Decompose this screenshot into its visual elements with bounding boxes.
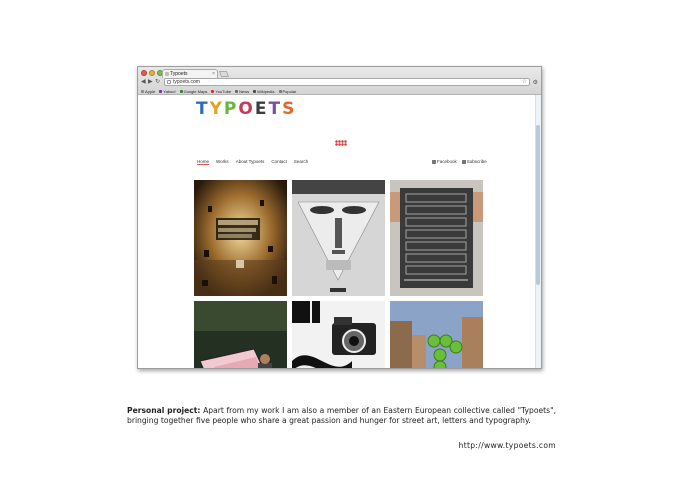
scrollbar-thumb[interactable] <box>536 125 540 285</box>
reload-icon[interactable]: ↻ <box>155 79 160 85</box>
bookmark-label: News <box>239 88 250 94</box>
bookmark-icon <box>253 89 257 93</box>
bookmark-icon <box>159 89 163 93</box>
nav-link-about-typoets[interactable]: About Typoets <box>236 159 265 165</box>
work-thumbnail-camera[interactable] <box>292 301 385 368</box>
favicon-icon <box>165 72 169 76</box>
bookmark-label: Wikipedia <box>257 88 275 94</box>
work-thumbnail-installation[interactable] <box>194 180 287 296</box>
facebook-icon <box>432 159 436 164</box>
logo-letter: O <box>238 99 253 119</box>
camera-image <box>292 301 385 368</box>
bookmark-icon <box>278 89 282 93</box>
logo-letter: E <box>254 99 267 119</box>
bookmark-star-icon[interactable]: ☆ <box>522 79 527 86</box>
bookmark-label: Yahoo! <box>163 88 176 94</box>
tab-close-icon[interactable]: × <box>212 70 215 78</box>
wrench-icon[interactable]: ⚙ <box>533 79 538 86</box>
page-icon <box>167 80 171 84</box>
bookmark-icon <box>235 89 239 93</box>
work-thumbnail-street[interactable] <box>390 301 483 368</box>
logo-letter: S <box>282 99 295 119</box>
social-link-subscribe[interactable]: Subscribe <box>461 159 487 164</box>
bookmark-item[interactable]: Popular <box>278 88 297 94</box>
bookmark-item[interactable]: YouTube <box>211 89 231 94</box>
bookmark-icon <box>211 89 215 93</box>
browser-tab[interactable]: Typoets × <box>162 69 218 78</box>
logo-letter: P <box>223 99 237 119</box>
nav-link-contact[interactable]: Contact <box>271 159 287 165</box>
face-image <box>292 180 385 296</box>
nav-link-search[interactable]: Search <box>294 159 308 165</box>
tab-title: Typoets <box>170 71 188 77</box>
street-image <box>390 301 483 368</box>
site-logo[interactable]: TYPOETS <box>196 100 294 118</box>
navigation-row: ◀ ▶ ↻ typoets.com ☆ ⚙ <box>138 78 541 87</box>
window-controls <box>141 70 163 76</box>
logo-dots-icon <box>335 140 347 146</box>
work-thumbnail-poster[interactable] <box>390 180 483 296</box>
bookmark-label: Apple <box>145 88 156 94</box>
vertical-scrollbar[interactable] <box>535 95 541 368</box>
browser-chrome: Typoets × ◀ ▶ ↻ typoets.com ☆ ⚙ Apple Yah… <box>138 67 541 95</box>
bookmark-label: YouTube <box>215 88 232 94</box>
subscribe-icon <box>461 159 466 164</box>
work-thumbnail-accordion[interactable] <box>194 301 287 368</box>
close-window-button[interactable] <box>141 70 147 76</box>
bookmarks-bar: Apple Yahoo! Google Maps YouTube News Wikiped… <box>138 87 541 95</box>
minimize-window-button[interactable] <box>149 70 155 76</box>
address-bar-url: typoets.com <box>173 79 200 85</box>
new-tab-button[interactable] <box>218 71 230 77</box>
web-page: TYPOETS Home Works About Typoets Contact Sea… <box>138 95 541 368</box>
site-social-links: Facebook Subscribe <box>432 159 487 164</box>
logo-letter: T <box>196 99 208 119</box>
bookmark-item[interactable]: Wikipedia <box>253 88 275 94</box>
project-url[interactable]: http://www.typoets.com <box>445 441 556 450</box>
bookmark-item[interactable]: News <box>235 89 249 94</box>
social-label: Facebook <box>437 159 457 164</box>
browser-window: Typoets × ◀ ▶ ↻ typoets.com ☆ ⚙ Apple Yah… <box>137 66 542 369</box>
bookmark-item[interactable]: Google Maps <box>179 88 208 94</box>
bookmark-item[interactable]: Yahoo! <box>159 88 176 94</box>
accordion-image <box>194 301 287 368</box>
caption-lead: Personal project: <box>127 406 201 415</box>
project-description: Personal project: Apart from my work I a… <box>127 406 556 426</box>
site-navigation: Home Works About Typoets Contact Search <box>197 159 308 165</box>
bookmark-label: Popular <box>282 88 297 94</box>
bookmark-icon <box>141 89 144 93</box>
social-link-facebook[interactable]: Facebook <box>432 159 457 164</box>
bookmark-label: Google Maps <box>183 88 208 94</box>
installation-image <box>194 180 287 296</box>
social-label: Subscribe <box>466 159 487 164</box>
logo-letter: Y <box>209 99 222 119</box>
forward-arrow-icon[interactable]: ▶ <box>148 79 153 85</box>
back-arrow-icon[interactable]: ◀ <box>141 79 146 85</box>
logo-letter: T <box>268 99 281 119</box>
bookmark-item[interactable]: Apple <box>141 89 155 94</box>
work-thumbnail-face[interactable] <box>292 180 385 296</box>
nav-link-home[interactable]: Home <box>197 159 210 165</box>
nav-link-works[interactable]: Works <box>216 159 229 165</box>
poster-image <box>390 180 483 296</box>
bookmark-icon <box>179 89 183 93</box>
address-bar[interactable]: typoets.com ☆ <box>164 78 530 86</box>
